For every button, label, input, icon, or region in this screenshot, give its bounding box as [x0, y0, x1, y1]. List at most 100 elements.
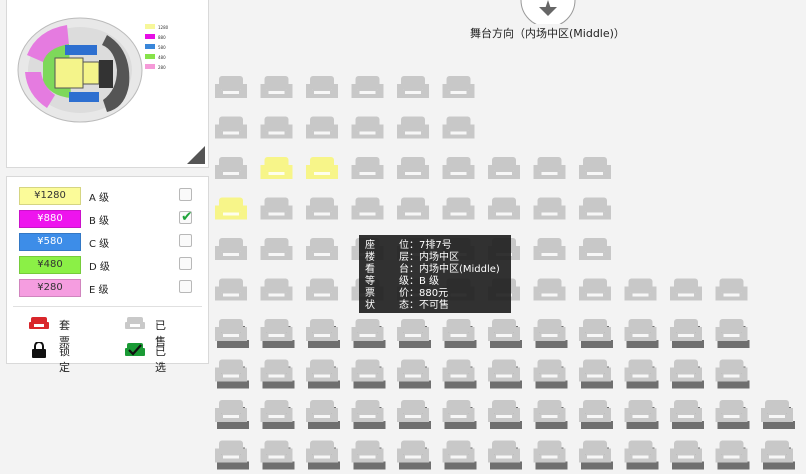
seat-available[interactable] — [215, 197, 247, 220]
seat-sold[interactable] — [442, 359, 477, 389]
seat-sold[interactable] — [624, 278, 657, 301]
seat-sold[interactable] — [442, 116, 475, 139]
seat-sold[interactable] — [397, 440, 431, 470]
seat-sold[interactable] — [624, 359, 659, 389]
seat-sold[interactable] — [579, 319, 613, 348]
seat-sold[interactable] — [351, 359, 386, 389]
seat-sold[interactable] — [579, 400, 613, 429]
seat-sold[interactable] — [624, 400, 659, 429]
seat-sold[interactable] — [215, 440, 249, 470]
seat-sold[interactable] — [351, 76, 384, 98]
seat-sold[interactable] — [488, 157, 520, 179]
seat-sold[interactable] — [351, 197, 384, 220]
seat-sold[interactable] — [397, 197, 429, 220]
seat-sold[interactable] — [260, 319, 295, 348]
seat-sold[interactable] — [397, 116, 429, 139]
seat-sold[interactable] — [306, 116, 338, 139]
seat-sold[interactable] — [215, 157, 247, 179]
seat-sold[interactable] — [397, 157, 429, 179]
seat-sold[interactable] — [215, 76, 247, 98]
seat-sold[interactable] — [533, 238, 566, 260]
seat-sold[interactable] — [579, 157, 611, 179]
seat-sold[interactable] — [397, 76, 429, 98]
seat-sold[interactable] — [306, 359, 340, 389]
seat-sold[interactable] — [624, 319, 659, 348]
seat-sold[interactable] — [306, 197, 338, 220]
seat-sold[interactable] — [670, 440, 704, 470]
seat-sold[interactable] — [442, 400, 477, 429]
seat-sold[interactable] — [215, 116, 247, 139]
seat-sold[interactable] — [579, 440, 613, 470]
seat-sold[interactable] — [579, 197, 611, 220]
seat-sold[interactable] — [215, 359, 249, 389]
seat-sold[interactable] — [761, 400, 795, 429]
seat-sold[interactable] — [579, 278, 611, 301]
seat-sold[interactable] — [715, 359, 750, 389]
seat-sold[interactable] — [533, 359, 568, 389]
seat-sold[interactable] — [533, 319, 568, 348]
seat-sold[interactable] — [397, 319, 431, 348]
seat-sold[interactable] — [442, 319, 477, 348]
seat-sold[interactable] — [351, 400, 386, 429]
seat-sold[interactable] — [397, 400, 431, 429]
seat-sold[interactable] — [715, 400, 750, 429]
seat-sold[interactable] — [260, 278, 293, 301]
seat-sold[interactable] — [306, 238, 338, 260]
seat-info-tooltip: 座位：7排7号 楼层：内场中区 看台：内场中区(Middle) 等级：B 级 票… — [359, 235, 511, 313]
tooltip-row-stand: 看台：内场中区(Middle) — [365, 264, 500, 275]
seat-sold[interactable] — [624, 440, 659, 470]
seat-sold[interactable] — [533, 278, 566, 301]
tooltip-row-price: 票价：880元 — [365, 288, 449, 299]
seat-sold[interactable] — [306, 319, 340, 348]
tooltip-row-floor: 楼层：内场中区 — [365, 252, 459, 263]
seat-sold[interactable] — [215, 278, 247, 301]
seat-sold[interactable] — [488, 400, 522, 429]
seat-sold[interactable] — [715, 440, 750, 470]
seat-sold[interactable] — [442, 197, 475, 220]
seat-sold[interactable] — [488, 197, 520, 220]
seat-sold[interactable] — [306, 278, 338, 301]
seat-sold[interactable] — [306, 76, 338, 98]
seat-sold[interactable] — [670, 400, 704, 429]
seat-sold[interactable] — [670, 359, 704, 389]
seat-sold[interactable] — [351, 440, 386, 470]
seat-sold[interactable] — [260, 197, 293, 220]
seat-sold[interactable] — [488, 440, 522, 470]
seat-sold[interactable] — [579, 359, 613, 389]
seat-sold[interactable] — [761, 440, 795, 470]
seat-sold[interactable] — [260, 238, 293, 260]
seat-sold[interactable] — [533, 157, 566, 179]
seat-available[interactable] — [306, 157, 338, 179]
seat-sold[interactable] — [306, 440, 340, 470]
seat-sold[interactable] — [488, 319, 522, 348]
seat-sold[interactable] — [260, 400, 295, 429]
seat-sold[interactable] — [215, 238, 247, 260]
seat-sold[interactable] — [442, 157, 475, 179]
seat-sold[interactable] — [351, 116, 384, 139]
seat-sold[interactable] — [533, 400, 568, 429]
seat-sold[interactable] — [260, 116, 293, 139]
seat-sold[interactable] — [715, 278, 748, 301]
seat-sold[interactable] — [442, 76, 475, 98]
seat-sold[interactable] — [306, 400, 340, 429]
seat-sold[interactable] — [488, 359, 522, 389]
tooltip-row-seat: 座位：7排7号 — [365, 240, 452, 251]
seat-sold[interactable] — [670, 278, 702, 301]
seat-sold[interactable] — [260, 359, 295, 389]
seat-sold[interactable] — [715, 319, 750, 348]
seat-sold[interactable] — [260, 440, 295, 470]
tooltip-row-grade: 等级：B 级 — [365, 276, 440, 287]
tooltip-row-status: 状态：不可售 — [365, 300, 449, 311]
seat-sold[interactable] — [260, 76, 293, 98]
seat-sold[interactable] — [397, 359, 431, 389]
seat-sold[interactable] — [670, 319, 704, 348]
seat-sold[interactable] — [533, 440, 568, 470]
seat-sold[interactable] — [351, 319, 386, 348]
seat-sold[interactable] — [215, 319, 249, 348]
seat-sold[interactable] — [351, 157, 384, 179]
seat-sold[interactable] — [215, 400, 249, 429]
seat-available[interactable] — [260, 157, 293, 179]
seat-sold[interactable] — [442, 440, 477, 470]
seat-sold[interactable] — [533, 197, 566, 220]
seat-sold[interactable] — [579, 238, 611, 260]
